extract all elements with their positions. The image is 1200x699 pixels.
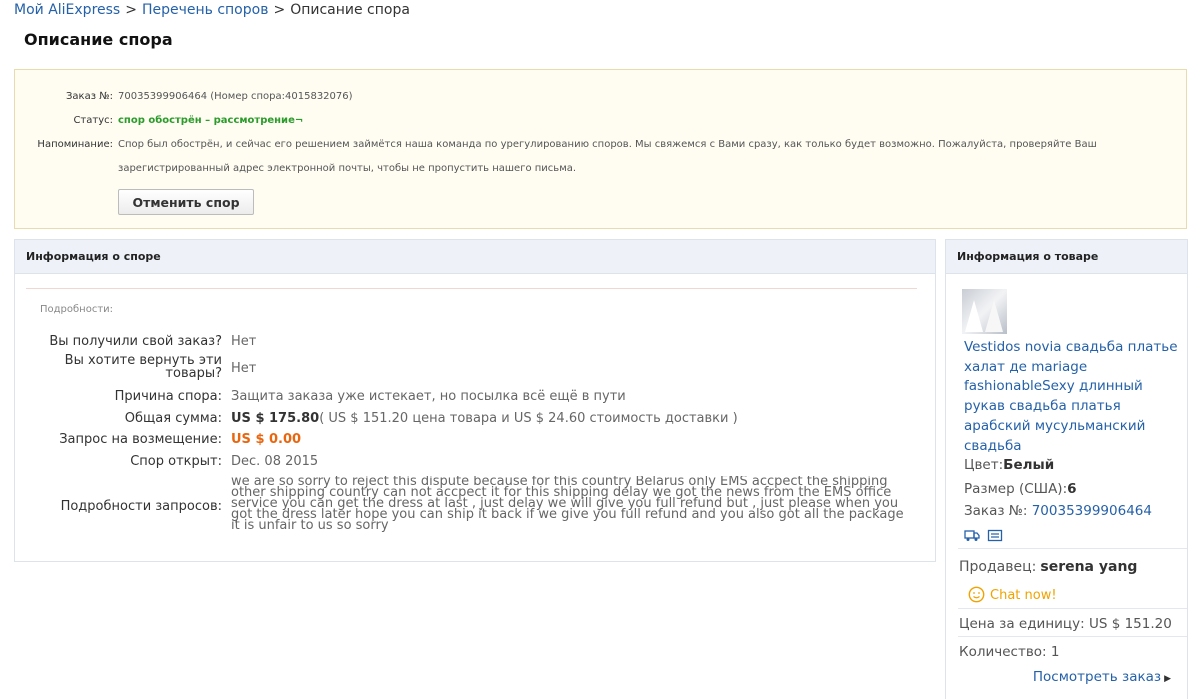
dispute-status-box: Заказ №: 70035399906464 (Номер спора:401… xyxy=(14,69,1187,229)
details-divider xyxy=(26,288,917,289)
chevron-right-icon: ▶ xyxy=(1164,674,1171,684)
unit-price-row: Цена за единицу: US $ 151.20 xyxy=(959,616,1172,632)
product-info-header: Информация о товаре xyxy=(946,240,1187,274)
size-value: 6 xyxy=(1067,481,1077,497)
unit-price-label: Цена за единицу: xyxy=(959,616,1085,632)
dress-image-right xyxy=(985,300,1003,332)
view-order-label: Посмотреть заказ xyxy=(1032,669,1162,685)
opened-value: Dec. 08 2015 xyxy=(231,454,319,469)
details-caption: Подробности: xyxy=(40,304,114,315)
reminder-text: Спор был обострён, и сейчас его решением… xyxy=(118,139,1097,174)
total-value: US $ 175.80( US $ 151.20 цена товара и U… xyxy=(231,411,738,426)
breadcrumb-my-aliexpress[interactable]: Мой AliExpress xyxy=(14,2,120,18)
seller-name: serena yang xyxy=(1040,559,1138,575)
page-title: Описание спора xyxy=(24,30,173,49)
dispute-info-panel: Информация о споре Подробности: Вы получ… xyxy=(14,239,936,562)
return-label-line2: товары? xyxy=(165,366,222,381)
product-thumbnail[interactable] xyxy=(962,289,1007,334)
total-breakdown: ( US $ 151.20 цена товара и US $ 24.60 с… xyxy=(319,411,738,426)
product-size: Размер (США):6 xyxy=(964,481,1077,497)
refund-label: Запрос на возмещение: xyxy=(59,432,222,447)
breadcrumb: Мой AliExpress > Перечень споров > Описание … xyxy=(14,2,410,18)
color-label: Цвет: xyxy=(964,457,1004,473)
product-title-link[interactable]: Vestidos novia свадьба платье халат де m… xyxy=(964,338,1179,456)
seller-label: Продавец: xyxy=(959,559,1037,575)
request-details-text: we are so sorry to reject this dispute b… xyxy=(231,476,911,538)
opened-label: Спор открыт: xyxy=(130,454,222,469)
unit-price-value: US $ 151.20 xyxy=(1088,616,1172,632)
order-value: 70035399906464 (Номер спора:4015832076) xyxy=(118,91,353,102)
quantity-value: 1 xyxy=(1050,644,1060,660)
reminder-label: Напоминание: xyxy=(37,139,113,150)
return-value: Нет xyxy=(231,361,257,376)
chat-smiley-icon xyxy=(968,586,985,603)
refund-value: US $ 0.00 xyxy=(231,432,302,447)
return-label: Вы хотите вернуть эти товары? xyxy=(15,354,222,380)
product-icon-row xyxy=(964,527,1010,546)
breadcrumb-separator: > xyxy=(273,2,286,18)
shipping-icon[interactable] xyxy=(964,529,980,542)
product-divider xyxy=(958,608,1187,609)
seller-row: Продавец: serena yang xyxy=(959,559,1137,575)
status-label: Статус: xyxy=(73,115,113,126)
view-order-link[interactable]: Посмотреть заказ ▶ xyxy=(1033,669,1171,685)
dispute-info-header: Информация о споре xyxy=(15,240,935,274)
product-order-link[interactable]: 70035399906464 xyxy=(1032,503,1152,519)
breadcrumb-dispute-list[interactable]: Перечень споров xyxy=(142,2,269,18)
reason-value: Защита заказа уже истекает, но посылка в… xyxy=(231,389,626,404)
chat-now-label: Chat now! xyxy=(990,588,1057,603)
status-value: спор обострён – рассмотрение¬ xyxy=(118,115,304,126)
dress-image-left xyxy=(965,300,983,332)
quantity-row: Количество: 1 xyxy=(959,644,1059,660)
product-info-panel: Информация о товаре Vestidos novia свадь… xyxy=(945,239,1188,699)
invoice-icon[interactable] xyxy=(987,529,1003,542)
breadcrumb-current: Описание спора xyxy=(290,2,410,18)
order-label: Заказ №: xyxy=(66,91,113,102)
size-label: Размер (США): xyxy=(964,481,1068,497)
product-color: Цвет:Белый xyxy=(964,457,1054,473)
product-order: Заказ №: 70035399906464 xyxy=(964,503,1152,519)
reason-label: Причина спора: xyxy=(114,389,222,404)
product-divider xyxy=(958,548,1187,549)
quantity-label: Количество: xyxy=(959,644,1047,660)
breadcrumb-separator: > xyxy=(125,2,137,18)
total-label: Общая сумма: xyxy=(124,411,222,426)
chat-now-link[interactable]: Chat now! xyxy=(968,586,1057,603)
cancel-dispute-button[interactable]: Отменить спор xyxy=(118,189,254,215)
total-amount: US $ 175.80 xyxy=(231,411,320,426)
received-label: Вы получили свой заказ? xyxy=(49,334,222,349)
product-order-label: Заказ №: xyxy=(964,503,1028,519)
color-value: Белый xyxy=(1003,457,1055,473)
request-label: Подробности запросов: xyxy=(60,499,222,514)
received-value: Нет xyxy=(231,334,257,349)
product-divider xyxy=(958,636,1187,637)
